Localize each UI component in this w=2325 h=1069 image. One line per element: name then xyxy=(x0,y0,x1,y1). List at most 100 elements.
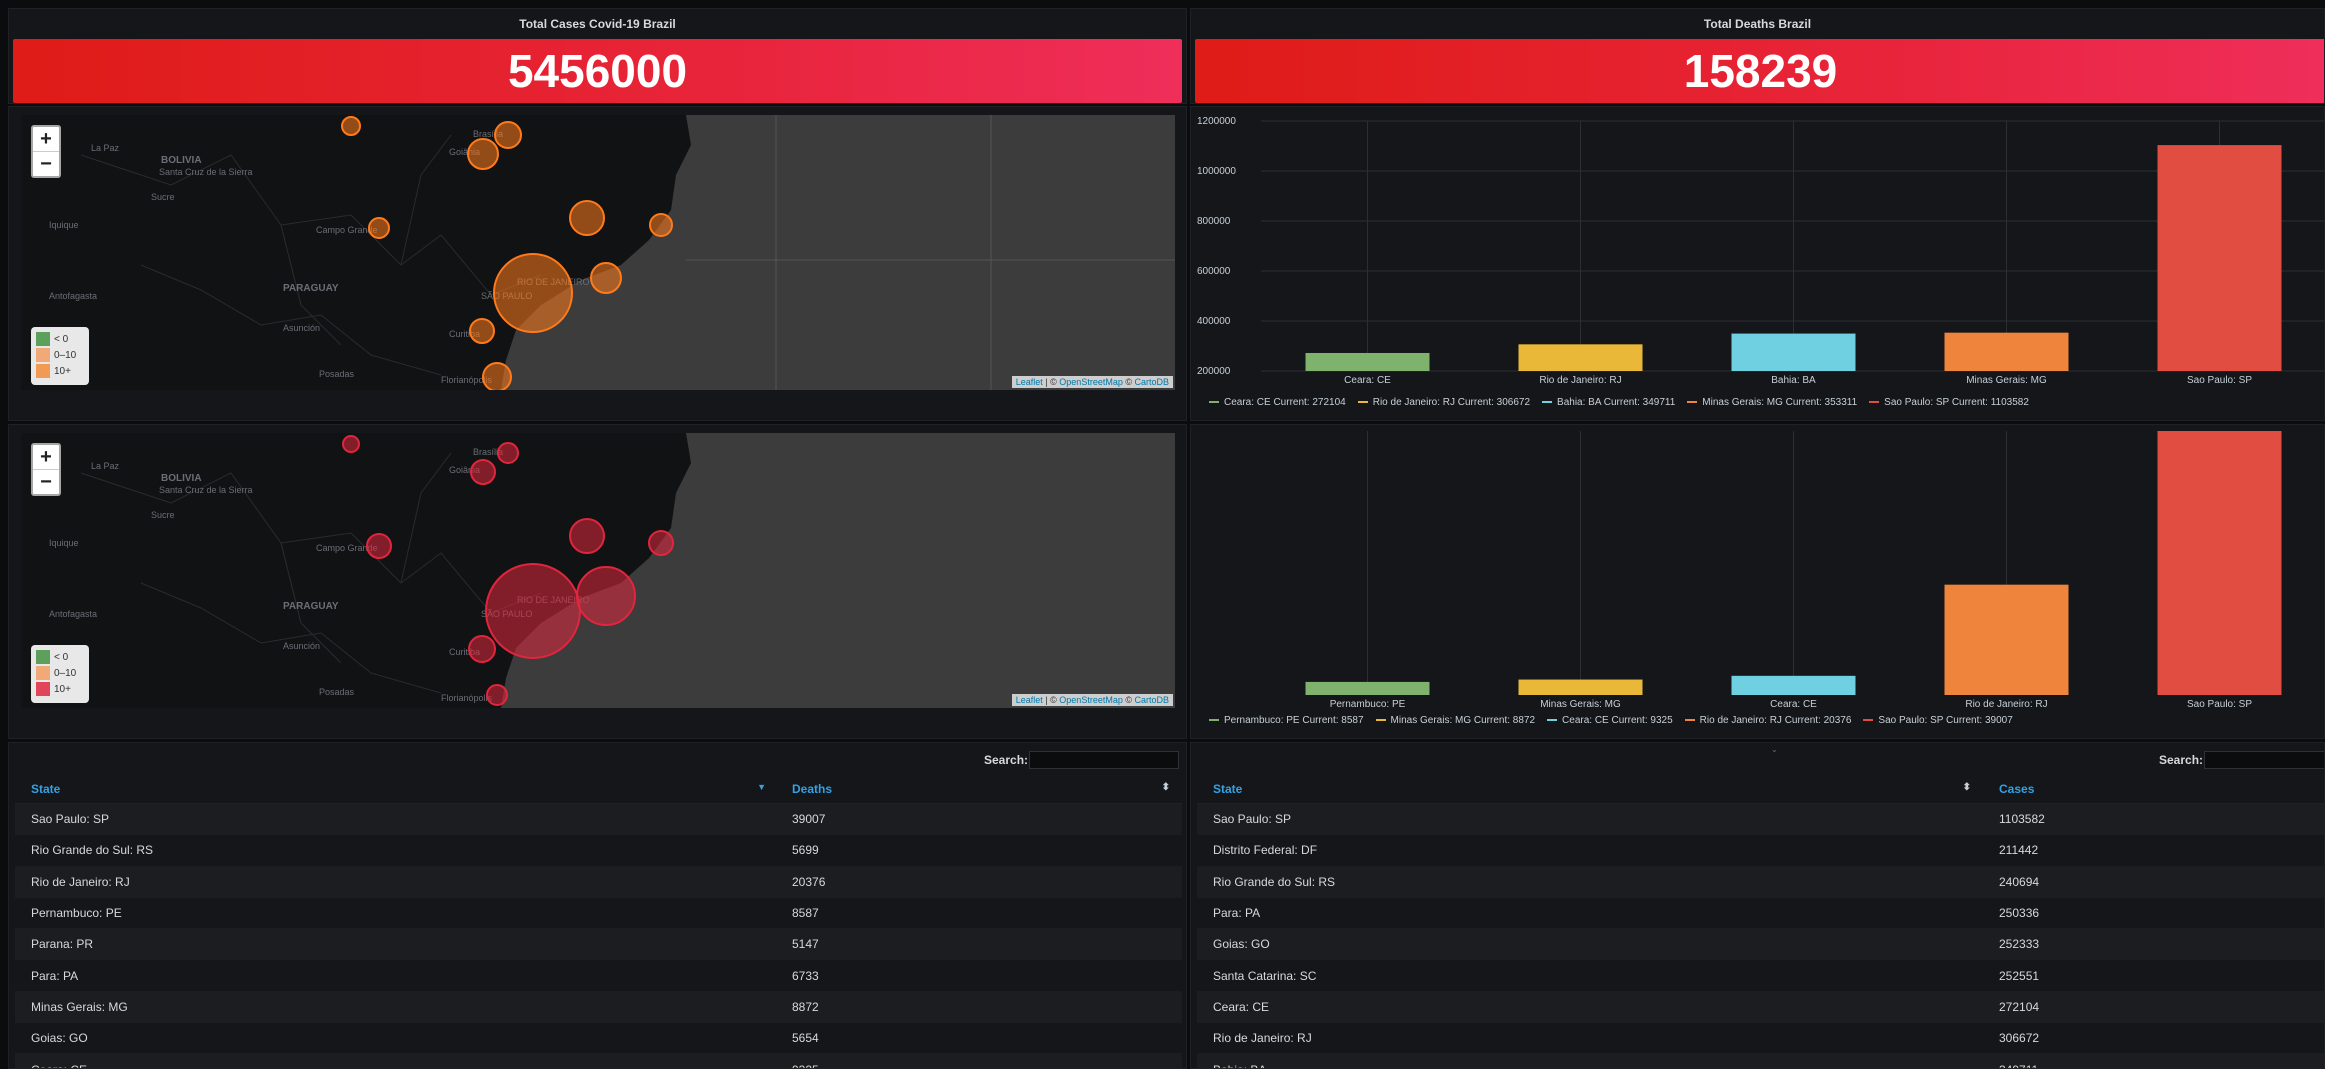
leaflet-link[interactable]: Leaflet xyxy=(1016,377,1043,387)
legend-label: Sao Paulo: SP Current: 39007 xyxy=(1878,715,2013,726)
death-marker xyxy=(648,530,674,556)
case-marker xyxy=(493,253,573,333)
legend-label: Rio de Janeiro: RJ Current: 20376 xyxy=(1699,715,1852,726)
bar[interactable] xyxy=(1944,332,2069,371)
column-header-deaths[interactable]: Deaths ⬍ xyxy=(776,775,1182,804)
bar[interactable] xyxy=(1518,344,1643,371)
column-header-state[interactable]: State ▼ xyxy=(15,775,776,804)
cell-value: 39007 xyxy=(776,803,1182,836)
legend-item[interactable]: Minas Gerais: MG Current: 353311 xyxy=(1687,397,1857,408)
cell-value: 272104 xyxy=(1983,991,2324,1024)
legend-label: Minas Gerais: MG Current: 353311 xyxy=(1702,397,1858,408)
bar[interactable] xyxy=(1305,681,1430,695)
zoom-out-button[interactable]: − xyxy=(33,152,59,176)
x-tick-label: Ceara: CE xyxy=(1770,699,1817,710)
map-basemap: La Paz BOLIVIA Santa Cruz de la Sierra S… xyxy=(21,433,1175,708)
column-header-state[interactable]: State ⬍ xyxy=(1197,775,1983,804)
table-row: Rio de Janeiro: RJ 20376 xyxy=(15,866,1182,898)
x-tick-label: Sao Paulo: SP xyxy=(2187,699,2252,710)
table-row: Rio Grande do Sul: RS 5699 xyxy=(15,834,1182,867)
total-deaths-value: 158239 xyxy=(1195,39,2324,103)
legend-row: 0–10 xyxy=(36,665,84,681)
bar[interactable] xyxy=(1731,675,1856,695)
y-tick-label: 400000 xyxy=(1197,316,1231,327)
table-row: Rio de Janeiro: RJ 306672 xyxy=(1197,1022,2324,1055)
legend-item[interactable]: Bahia: BA Current: 349711 xyxy=(1542,397,1675,408)
death-marker xyxy=(366,533,392,559)
deaths-map[interactable]: La Paz BOLIVIA Santa Cruz de la Sierra S… xyxy=(21,433,1175,708)
cell-state: Ceara: CE xyxy=(1197,991,1983,1024)
legend-item[interactable]: Pernambuco: PE Current: 8587 xyxy=(1209,715,1364,726)
deaths-search-input[interactable] xyxy=(1029,751,1179,769)
sort-desc-icon: ▼ xyxy=(757,782,766,792)
map-label: Iquique xyxy=(49,538,79,548)
cell-value: 240694 xyxy=(1983,866,2324,898)
death-marker xyxy=(342,435,360,453)
cell-value: 252551 xyxy=(1983,959,2324,992)
leaflet-link[interactable]: Leaflet xyxy=(1016,695,1043,705)
legend-label: 10+ xyxy=(54,365,71,377)
legend-item[interactable]: Rio de Janeiro: RJ Current: 20376 xyxy=(1684,715,1852,726)
legend-item[interactable]: Sao Paulo: SP Current: 1103582 xyxy=(1869,397,2029,408)
bar[interactable] xyxy=(1944,584,2069,695)
cell-state: Para: PA xyxy=(1197,897,1983,930)
legend-item[interactable]: Ceara: CE Current: 272104 xyxy=(1209,397,1346,408)
legend-item[interactable]: Rio de Janeiro: RJ Current: 306672 xyxy=(1357,397,1530,408)
sort-icon: ⬍ xyxy=(1161,782,1170,793)
map-label: Iquique xyxy=(49,220,79,230)
cell-value: 20376 xyxy=(776,866,1182,898)
deaths-map-panel: La Paz BOLIVIA Santa Cruz de la Sierra S… xyxy=(8,424,1187,739)
death-marker xyxy=(569,518,605,554)
search-label: Search: xyxy=(984,753,1029,767)
case-marker xyxy=(467,138,499,170)
zoom-out-button[interactable]: − xyxy=(33,470,59,494)
cell-state: Minas Gerais: MG xyxy=(15,991,776,1024)
cell-value: 211442 xyxy=(1983,834,2324,867)
table-row: Para: PA 6733 xyxy=(15,959,1182,992)
legend-row: 10+ xyxy=(36,681,84,697)
y-tick-label: 800000 xyxy=(1197,216,1231,227)
legend-row: < 0 xyxy=(36,649,84,665)
osm-link[interactable]: OpenStreetMap xyxy=(1059,377,1123,387)
legend-swatch xyxy=(1357,401,1368,404)
map-legend: < 0 0–10 10+ xyxy=(31,327,89,385)
bar[interactable] xyxy=(2157,431,2282,695)
legend-swatch xyxy=(1869,401,1880,404)
legend-item[interactable]: Sao Paulo: SP Current: 39007 xyxy=(1863,715,2013,726)
cell-state: Parana: PR xyxy=(15,928,776,961)
osm-link[interactable]: OpenStreetMap xyxy=(1059,695,1123,705)
legend-swatch xyxy=(1547,719,1558,722)
map-legend: < 0 0–10 10+ xyxy=(31,645,89,703)
y-tick-label: 200000 xyxy=(1197,366,1231,377)
map-label: Posadas xyxy=(319,369,355,379)
legend-row: 10+ xyxy=(36,363,84,379)
cases-map[interactable]: La Paz BOLIVIA Santa Cruz de la Sierra S… xyxy=(21,115,1175,390)
legend-item[interactable]: Ceara: CE Current: 9325 xyxy=(1547,715,1673,726)
x-tick-label: Rio de Janeiro: RJ xyxy=(1539,375,1621,386)
x-tick-label: Minas Gerais: MG xyxy=(1540,699,1621,710)
legend-swatch xyxy=(1684,719,1695,722)
cases-search-input[interactable] xyxy=(2204,751,2324,769)
legend-row: 0–10 xyxy=(36,347,84,363)
cases-map-panel: La Paz BOLIVIA Santa Cruz de la Sierra S… xyxy=(8,106,1187,421)
bar[interactable] xyxy=(2157,145,2282,371)
bar[interactable] xyxy=(1731,333,1856,371)
carto-link[interactable]: CartoDB xyxy=(1134,377,1169,387)
map-attribution: Leaflet | © OpenStreetMap © CartoDB xyxy=(1011,694,1173,706)
zoom-in-button[interactable]: + xyxy=(33,445,59,470)
legend-label: Sao Paulo: SP Current: 1103582 xyxy=(1884,397,2029,408)
carto-link[interactable]: CartoDB xyxy=(1134,695,1169,705)
column-header-cases[interactable]: Cases xyxy=(1983,775,2324,804)
bar[interactable] xyxy=(1305,352,1430,371)
zoom-in-button[interactable]: + xyxy=(33,127,59,152)
bar[interactable] xyxy=(1518,679,1643,695)
legend-item[interactable]: Minas Gerais: MG Current: 8872 xyxy=(1375,715,1535,726)
map-label: Antofagasta xyxy=(49,609,97,619)
legend-swatch xyxy=(1687,401,1698,404)
death-marker xyxy=(485,563,581,659)
map-label: La Paz xyxy=(91,461,120,471)
table-row: Ceara: CE9325 xyxy=(15,1053,1182,1068)
table-row: Pernambuco: PE 8587 xyxy=(15,897,1182,930)
cell-state: Rio de Janeiro: RJ xyxy=(1197,1022,1983,1055)
table-row: Para: PA 250336 xyxy=(1197,897,2324,930)
